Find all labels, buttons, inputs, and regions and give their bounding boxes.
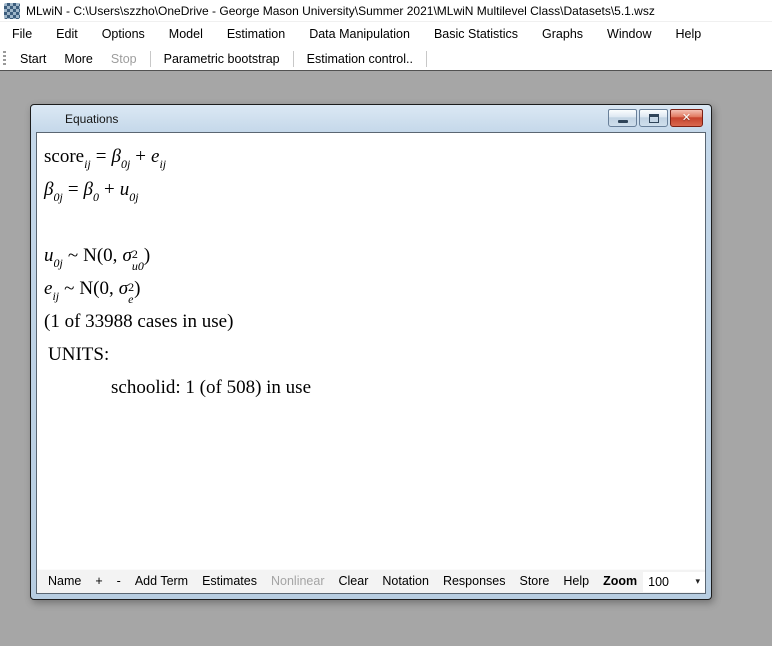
mdi-workspace: Equations ✕ scoreij=β0j+eij β0j=β0+u0j u… <box>0 72 772 646</box>
zoom-level-select[interactable]: 100 ▾ <box>643 572 705 592</box>
sigma-supsub: 2u0 <box>132 248 144 272</box>
window-controls: ✕ <box>608 109 703 127</box>
minus-button[interactable]: - <box>110 570 128 593</box>
equations-window-titlebar[interactable]: Equations ✕ <box>31 105 711 132</box>
subscript: 0 <box>93 190 99 204</box>
menu-data-manipulation[interactable]: Data Manipulation <box>297 22 422 47</box>
nonlinear-button: Nonlinear <box>264 570 332 593</box>
equals-sign: = <box>68 179 79 200</box>
close-icon: ✕ <box>682 110 691 126</box>
menu-graphs[interactable]: Graphs <box>530 22 595 47</box>
responses-button[interactable]: Responses <box>436 570 513 593</box>
equations-window: Equations ✕ scoreij=β0j+eij β0j=β0+u0j u… <box>30 104 712 600</box>
estimation-toolbar: Start More Stop Parametric bootstrap Est… <box>0 47 772 71</box>
normal-distribution: N(0, <box>79 278 113 299</box>
chevron-down-icon: ▾ <box>695 576 700 587</box>
subscript: 0j <box>54 256 63 270</box>
menu-window[interactable]: Window <box>595 22 663 47</box>
start-button[interactable]: Start <box>11 48 55 70</box>
plus-button[interactable]: + <box>88 570 109 593</box>
notation-button[interactable]: Notation <box>375 570 436 593</box>
app-title: MLwiN - C:\Users\szzho\OneDrive - George… <box>26 4 655 18</box>
random-effect-term[interactable]: u <box>120 179 130 200</box>
stop-button: Stop <box>102 48 146 70</box>
estimation-control-button[interactable]: Estimation control.. <box>298 48 422 70</box>
add-term-button[interactable]: Add Term <box>128 570 195 593</box>
blank-line <box>44 206 699 239</box>
zoom-level-value: 100 <box>648 575 669 589</box>
toolbar-separator <box>426 51 427 67</box>
normal-distribution: N(0, <box>83 245 117 266</box>
subscript: ij <box>159 157 166 171</box>
close-paren: ) <box>144 245 150 266</box>
menu-basic-statistics[interactable]: Basic Statistics <box>422 22 530 47</box>
subscript: 0j <box>53 190 62 204</box>
parametric-bootstrap-button[interactable]: Parametric bootstrap <box>155 48 289 70</box>
menu-estimation[interactable]: Estimation <box>215 22 297 47</box>
tilde-sign: ~ <box>68 245 78 266</box>
app-titlebar: MLwiN - C:\Users\szzho\OneDrive - George… <box>0 0 772 22</box>
plus-sign: + <box>135 146 146 167</box>
clear-button[interactable]: Clear <box>332 570 376 593</box>
equations-footer-toolbar: Name + - Add Term Estimates Nonlinear Cl… <box>37 569 705 593</box>
menu-file[interactable]: File <box>0 22 44 47</box>
equals-sign: = <box>96 146 107 167</box>
equation-level2[interactable]: β0j=β0+u0j <box>44 173 699 206</box>
sigma-term[interactable]: σ <box>122 245 131 266</box>
random-effect-term[interactable]: u <box>44 245 54 266</box>
equations-display[interactable]: scoreij=β0j+eij β0j=β0+u0j u0j~N(0,σ2u0)… <box>37 133 705 569</box>
subscript: ij <box>52 289 59 303</box>
minimize-icon <box>618 120 628 123</box>
plus-sign: + <box>104 179 115 200</box>
close-paren: ) <box>134 278 140 299</box>
subscript: ij <box>84 157 91 171</box>
response-variable: score <box>44 146 84 167</box>
menu-options[interactable]: Options <box>90 22 157 47</box>
menu-model[interactable]: Model <box>157 22 215 47</box>
maximize-icon <box>649 114 659 123</box>
close-button[interactable]: ✕ <box>670 109 703 127</box>
beta-term[interactable]: β <box>111 146 120 167</box>
toolbar-separator <box>150 51 151 67</box>
estimates-button[interactable]: Estimates <box>195 570 264 593</box>
equation-level1[interactable]: scoreij=β0j+eij <box>44 140 699 173</box>
minimize-button[interactable] <box>608 109 637 127</box>
zoom-label: Zoom <box>596 570 640 593</box>
menu-help[interactable]: Help <box>664 22 714 47</box>
toolbar-separator <box>293 51 294 67</box>
help-button[interactable]: Help <box>556 570 596 593</box>
menubar: File Edit Options Model Estimation Data … <box>0 22 772 47</box>
mlwin-app-icon <box>4 3 20 19</box>
more-button[interactable]: More <box>55 48 101 70</box>
sigma-term[interactable]: σ <box>119 278 128 299</box>
name-button[interactable]: Name <box>41 570 88 593</box>
toolbar-grip-handle[interactable] <box>3 51 6 67</box>
subscript: 0j <box>129 190 138 204</box>
equation-e-distribution[interactable]: eij~N(0,σ2e) <box>44 272 699 305</box>
tilde-sign: ~ <box>64 278 74 299</box>
equations-window-title: Equations <box>65 112 118 126</box>
equations-client-area: scoreij=β0j+eij β0j=β0+u0j u0j~N(0,σ2u0)… <box>36 132 706 594</box>
units-schoolid-line: schoolid: 1 (of 508) in use <box>44 371 699 404</box>
beta-term[interactable]: β <box>84 179 93 200</box>
units-heading: UNITS: <box>44 338 699 371</box>
equation-u-distribution[interactable]: u0j ~N(0,σ2u0) <box>44 239 699 272</box>
cases-in-use-note: (1 of 33988 cases in use) <box>44 305 699 338</box>
store-button[interactable]: Store <box>512 570 556 593</box>
subscript: 0j <box>121 157 130 171</box>
menu-edit[interactable]: Edit <box>44 22 90 47</box>
maximize-button[interactable] <box>639 109 668 127</box>
